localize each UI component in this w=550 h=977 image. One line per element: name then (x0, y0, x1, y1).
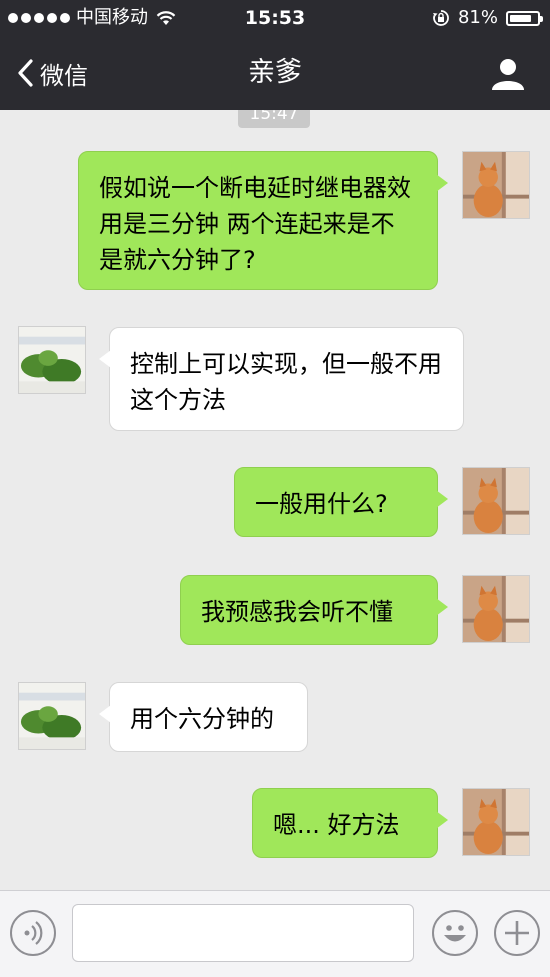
avatar-me[interactable] (462, 575, 530, 643)
battery-icon (506, 10, 543, 26)
voice-icon (24, 921, 43, 945)
message-bubble-outgoing[interactable]: 假如说一个断电延时继电器效用是三分钟 两个连起来是不是就六分钟了? (78, 151, 448, 290)
avatar-other[interactable] (18, 326, 86, 394)
rotation-lock-icon (432, 10, 449, 26)
cat-photo-icon (463, 152, 529, 218)
plus-button[interactable] (494, 910, 540, 956)
emoji-icon (444, 925, 466, 942)
plants-photo-icon (19, 683, 85, 749)
message-bubble-incoming[interactable]: 控制上可以实现，但一般不用这个方法 (99, 327, 464, 431)
cat-photo-icon (463, 789, 529, 855)
message-input[interactable] (72, 904, 414, 962)
battery-percent: 81% (457, 7, 498, 28)
person-icon[interactable] (490, 56, 526, 92)
input-bar (0, 890, 550, 977)
cat-photo-icon (463, 468, 529, 534)
emoji-button[interactable] (432, 910, 478, 956)
plus-icon (505, 921, 529, 945)
plants-photo-icon (19, 327, 85, 393)
status-right: 81% (432, 0, 543, 36)
message-bubble-outgoing[interactable]: 一般用什么? (234, 467, 448, 537)
cat-photo-icon (463, 576, 529, 642)
avatar-me[interactable] (462, 788, 530, 856)
avatar-me[interactable] (462, 467, 530, 535)
message-bubble-outgoing[interactable]: 嗯... 好方法 (252, 788, 448, 858)
voice-button[interactable] (10, 910, 56, 956)
avatar-other[interactable] (18, 682, 86, 750)
message-bubble-outgoing[interactable]: 我预感我会听不懂 (180, 575, 448, 645)
battery-level (510, 14, 531, 22)
nav-bar: 微信 亲爹 (0, 36, 550, 110)
top-bar: 中国移动 15:53 81% 微信 亲爹 (0, 0, 550, 110)
status-bar: 中国移动 15:53 81% (0, 0, 550, 36)
message-bubble-incoming[interactable]: 用个六分钟的 (99, 682, 308, 752)
chat-title: 亲爹 (248, 57, 302, 88)
avatar-me[interactable] (462, 151, 530, 219)
